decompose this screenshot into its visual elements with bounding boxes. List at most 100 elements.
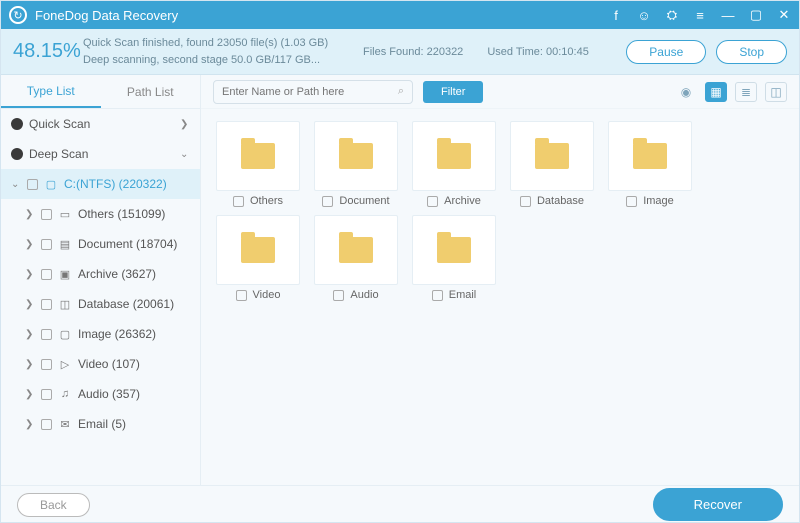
search-box[interactable]: ⌕ bbox=[213, 80, 413, 104]
drive-label: C:(NTFS) (220322) bbox=[64, 177, 167, 191]
tree-drive-c[interactable]: ⌄ ▢ C:(NTFS) (220322) bbox=[1, 169, 200, 199]
chevron-right-icon[interactable]: ❯ bbox=[25, 239, 35, 250]
tree-item[interactable]: ❯▣Archive (3627) bbox=[1, 259, 200, 289]
sidebar: Type List Path List Quick Scan ❯ Deep Sc… bbox=[1, 75, 201, 485]
tab-type-list[interactable]: Type List bbox=[1, 75, 101, 108]
folder-icon bbox=[437, 143, 471, 169]
chevron-right-icon[interactable]: ❯ bbox=[25, 419, 35, 430]
tree-quick-scan[interactable]: Quick Scan ❯ bbox=[1, 109, 200, 139]
chevron-right-icon[interactable]: ❯ bbox=[25, 389, 35, 400]
tree-item-label: Audio (357) bbox=[78, 387, 140, 401]
tree-item[interactable]: ❯▭Others (151099) bbox=[1, 199, 200, 229]
folder-label: Email bbox=[449, 289, 477, 301]
folder-cell[interactable]: Others bbox=[213, 121, 303, 207]
tree-item-label: Archive (3627) bbox=[78, 267, 156, 281]
folder-icon bbox=[241, 237, 275, 263]
scan-status-bar: 48.15% Quick Scan finished, found 23050 … bbox=[1, 29, 799, 75]
tree-item-label: Document (18704) bbox=[78, 237, 177, 251]
folder-icon bbox=[241, 143, 275, 169]
app-title: FoneDog Data Recovery bbox=[35, 8, 609, 23]
chevron-down-icon[interactable]: ⌄ bbox=[11, 179, 21, 190]
search-input[interactable] bbox=[222, 86, 398, 98]
pause-button[interactable]: Pause bbox=[626, 40, 706, 64]
maximize-icon[interactable]: ▢ bbox=[749, 7, 763, 23]
folder-cell[interactable]: Document bbox=[311, 121, 401, 207]
tree-item-checkbox[interactable] bbox=[41, 359, 52, 370]
drive-checkbox[interactable] bbox=[27, 179, 38, 190]
tree-item-label: Image (26362) bbox=[78, 327, 156, 341]
tree-item[interactable]: ❯ ▢ Image (26362) bbox=[1, 319, 200, 349]
feedback-icon[interactable]: ☺ bbox=[637, 8, 651, 23]
tree-deep-scan[interactable]: Deep Scan ⌄ bbox=[1, 139, 200, 169]
tree-item-label: Email (5) bbox=[78, 417, 126, 431]
folder-thumb bbox=[216, 215, 300, 285]
folder-cell[interactable]: Archive bbox=[409, 121, 499, 207]
tree-item-checkbox[interactable] bbox=[41, 419, 52, 430]
menu-icon[interactable]: ≡ bbox=[693, 8, 707, 23]
folder-checkbox[interactable] bbox=[233, 196, 244, 207]
chevron-right-icon[interactable]: ❯ bbox=[25, 269, 35, 280]
facebook-icon[interactable]: f bbox=[609, 8, 623, 23]
folder-checkbox[interactable] bbox=[322, 196, 333, 207]
stop-button[interactable]: Stop bbox=[716, 40, 787, 64]
folder-checkbox[interactable] bbox=[333, 290, 344, 301]
folder-thumb bbox=[412, 215, 496, 285]
folder-thumb bbox=[314, 215, 398, 285]
tree-item-checkbox[interactable] bbox=[41, 299, 52, 310]
folder-checkbox[interactable] bbox=[236, 290, 247, 301]
folder-cell[interactable]: Image bbox=[605, 121, 695, 207]
tree-item[interactable]: ❯✉Email (5) bbox=[1, 409, 200, 439]
close-icon[interactable]: ✕ bbox=[777, 7, 791, 23]
folder-label: Others bbox=[250, 195, 283, 207]
footer: Back Recover bbox=[1, 485, 799, 523]
scan-percent: 48.15% bbox=[13, 40, 83, 63]
tree-item[interactable]: ❯▷Video (107) bbox=[1, 349, 200, 379]
category-icon: ♫ bbox=[58, 388, 72, 400]
grid-view-icon[interactable]: ▦ bbox=[705, 82, 727, 102]
chevron-right-icon[interactable]: ❯ bbox=[25, 209, 35, 220]
chevron-right-icon[interactable]: ❯ bbox=[180, 119, 190, 130]
tree-item-checkbox[interactable] bbox=[41, 209, 52, 220]
folder-checkbox[interactable] bbox=[427, 196, 438, 207]
folder-cell[interactable]: Video bbox=[213, 215, 303, 301]
chevron-right-icon[interactable]: ❯ bbox=[25, 359, 35, 370]
folder-icon bbox=[535, 143, 569, 169]
tree-item-label: Database (20061) bbox=[78, 297, 174, 311]
quick-scan-icon bbox=[11, 118, 23, 130]
tree-item[interactable]: ❯ ♫ Audio (357) bbox=[1, 379, 200, 409]
folder-icon bbox=[437, 237, 471, 263]
folder-checkbox[interactable] bbox=[626, 196, 637, 207]
search-icon[interactable]: ⌕ bbox=[398, 85, 404, 98]
folder-checkbox[interactable] bbox=[520, 196, 531, 207]
tree-item-checkbox[interactable] bbox=[41, 269, 52, 280]
tree-item[interactable]: ❯◫Database (20061) bbox=[1, 289, 200, 319]
list-view-icon[interactable]: ≣ bbox=[735, 82, 757, 102]
settings-icon[interactable]: ⛭ bbox=[665, 7, 679, 23]
folder-cell[interactable]: Database bbox=[507, 121, 597, 207]
tree-item-checkbox[interactable] bbox=[41, 389, 52, 400]
app-logo-icon: ↻ bbox=[9, 6, 27, 24]
folder-cell[interactable]: Audio bbox=[311, 215, 401, 301]
chevron-down-icon[interactable]: ⌄ bbox=[180, 149, 190, 160]
chevron-right-icon[interactable]: ❯ bbox=[25, 299, 35, 310]
detail-view-icon[interactable]: ◫ bbox=[765, 82, 787, 102]
chevron-right-icon[interactable]: ❯ bbox=[25, 329, 35, 340]
tree-item-checkbox[interactable] bbox=[41, 329, 52, 340]
category-icon: ▢ bbox=[58, 328, 72, 341]
tree-item-checkbox[interactable] bbox=[41, 239, 52, 250]
window-controls: f ☺ ⛭ ≡ — ▢ ✕ bbox=[609, 7, 791, 23]
recover-button[interactable]: Recover bbox=[653, 488, 783, 521]
preview-toggle-icon[interactable]: ◉ bbox=[675, 82, 697, 102]
sidebar-tree: Quick Scan ❯ Deep Scan ⌄ ⌄ ▢ C:(NTFS) (2… bbox=[1, 109, 200, 485]
folder-cell[interactable]: Email bbox=[409, 215, 499, 301]
tab-path-list[interactable]: Path List bbox=[101, 75, 201, 108]
filter-button[interactable]: Filter bbox=[423, 81, 483, 103]
folder-label: Database bbox=[537, 195, 584, 207]
toolbar: ⌕ Filter ◉ ▦ ≣ ◫ bbox=[201, 75, 799, 109]
minimize-icon[interactable]: — bbox=[721, 8, 735, 23]
folder-label: Document bbox=[339, 195, 389, 207]
folder-checkbox[interactable] bbox=[432, 290, 443, 301]
back-button[interactable]: Back bbox=[17, 493, 90, 517]
scan-msg-line2: Deep scanning, second stage 50.0 GB/117 … bbox=[83, 52, 363, 69]
tree-item[interactable]: ❯▤Document (18704) bbox=[1, 229, 200, 259]
